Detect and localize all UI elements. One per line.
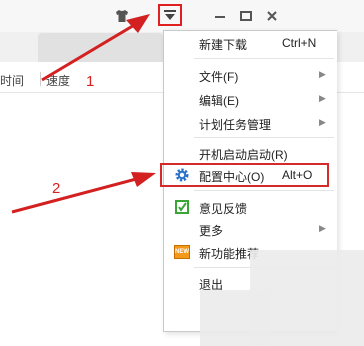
- menu-item-label: 计划任务管理: [199, 118, 272, 132]
- submenu-arrow-icon: ▶: [319, 93, 326, 103]
- menu-item-startup[interactable]: 开机启动启动(R): [164, 141, 337, 165]
- submenu-arrow-icon: ▶: [319, 69, 326, 79]
- menu-item-label: 意见反馈: [199, 202, 248, 216]
- menu-item-edit[interactable]: 编辑(E) ▶: [164, 87, 337, 111]
- feedback-icon: [173, 198, 191, 216]
- title-bar: [0, 0, 364, 32]
- step-number-1: 1: [86, 73, 95, 90]
- gear-icon: [173, 166, 191, 184]
- menu-item-shortcut: Ctrl+N: [282, 36, 317, 50]
- column-speed[interactable]: 速度: [46, 72, 70, 89]
- menu-item-scheduled-tasks[interactable]: 计划任务管理 ▶: [164, 111, 337, 135]
- submenu-arrow-icon: ▶: [319, 223, 326, 233]
- minimize-button[interactable]: [210, 6, 230, 26]
- column-time[interactable]: 时间: [0, 72, 24, 89]
- maximize-icon: [240, 11, 252, 21]
- menu-item-label: 更多: [199, 224, 224, 238]
- close-icon: [267, 11, 277, 21]
- menu-item-label: 编辑(E): [199, 94, 239, 108]
- column-separator: [40, 72, 41, 86]
- maximize-button[interactable]: [236, 6, 256, 26]
- step-number-2: 2: [52, 180, 61, 197]
- menu-item-shortcut: Alt+O: [282, 168, 313, 182]
- main-menu-button[interactable]: [158, 4, 182, 26]
- menu-separator: [194, 190, 334, 191]
- submenu-arrow-icon: ▶: [319, 117, 326, 127]
- close-button[interactable]: [262, 6, 282, 26]
- menu-item-new-download[interactable]: 新建下载 Ctrl+N: [164, 31, 337, 55]
- menu-item-label: 新建下载: [199, 38, 248, 52]
- download-manager-window: × 时间 速度 新建下载 Ctrl+N 文件(F) ▶ 编辑(E) ▶ 计划任务…: [0, 0, 364, 346]
- menu-separator: [194, 58, 334, 59]
- download-tab[interactable]: [38, 33, 163, 62]
- menu-item-label: 开机启动启动(R): [199, 148, 288, 162]
- menu-item-more[interactable]: 更多 ▶: [164, 217, 337, 241]
- watermark-blur: [200, 290, 270, 346]
- menu-separator: [194, 137, 334, 138]
- menu-item-file[interactable]: 文件(F) ▶: [164, 63, 337, 87]
- skin-icon[interactable]: [112, 6, 132, 26]
- menu-item-config-center[interactable]: 配置中心(O) Alt+O: [164, 163, 337, 187]
- minimize-icon: [215, 16, 225, 18]
- menu-item-label: 文件(F): [199, 70, 239, 84]
- menu-arrow-icon: [164, 10, 176, 20]
- menu-item-label: 配置中心(O): [199, 170, 265, 184]
- menu-item-feedback[interactable]: 意见反馈: [164, 195, 337, 219]
- new-badge-icon: NEW: [173, 243, 191, 261]
